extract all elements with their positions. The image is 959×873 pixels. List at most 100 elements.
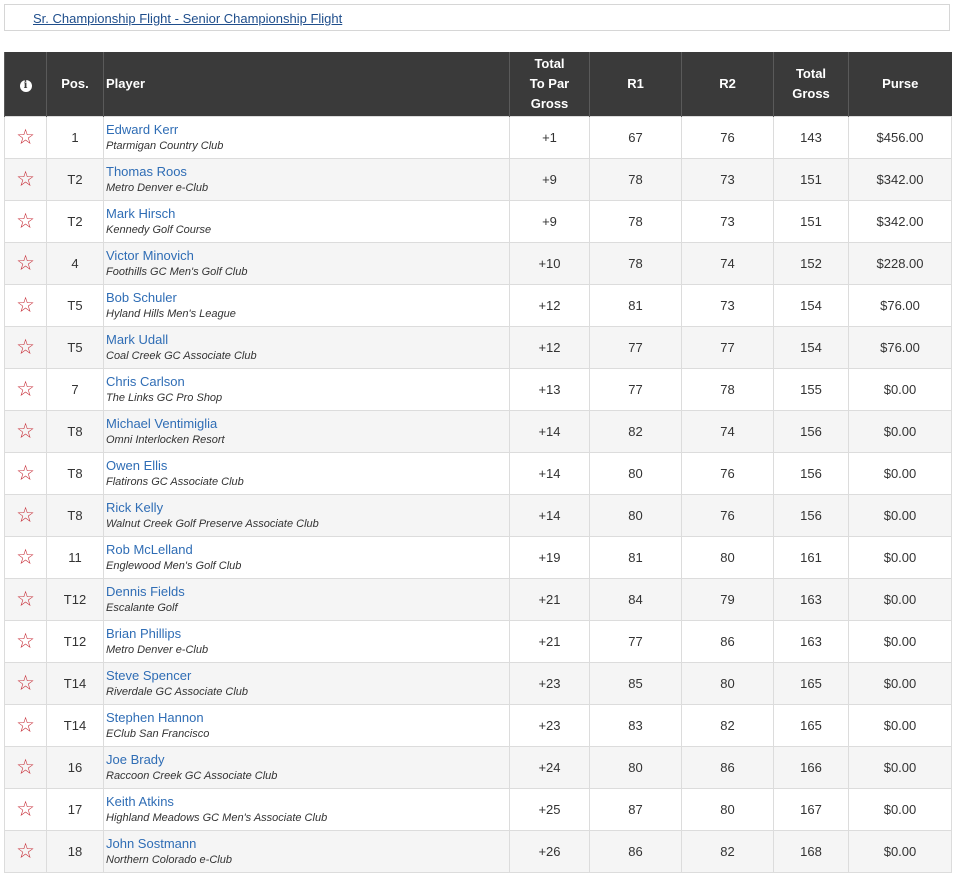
to-par-cell: +13 bbox=[509, 368, 590, 411]
table-row[interactable]: ☆ 16 Joe Brady Raccoon Creek GC Associate C… bbox=[4, 746, 952, 789]
favorite-cell[interactable]: ☆ bbox=[4, 200, 47, 243]
star-outline-icon[interactable]: ☆ bbox=[16, 840, 35, 863]
star-outline-icon[interactable]: ☆ bbox=[16, 168, 35, 191]
favorite-cell[interactable]: ☆ bbox=[4, 662, 47, 705]
star-outline-icon[interactable]: ☆ bbox=[16, 714, 35, 737]
favorite-cell[interactable]: ☆ bbox=[4, 242, 47, 285]
purse-header[interactable]: Purse bbox=[848, 52, 952, 117]
player-name-link[interactable]: Bob Schuler bbox=[106, 290, 509, 306]
star-outline-icon[interactable]: ☆ bbox=[16, 336, 35, 359]
table-row[interactable]: ☆ 11 Rob McLelland Englewood Men's Golf Clu… bbox=[4, 536, 952, 579]
favorite-cell[interactable]: ☆ bbox=[4, 452, 47, 495]
r1-cell: 83 bbox=[589, 704, 682, 747]
table-row[interactable]: ☆ 18 John Sostmann Northern Colorado e-Club… bbox=[4, 830, 952, 873]
player-club: Coal Creek GC Associate Club bbox=[106, 349, 257, 362]
player-cell: Joe Brady Raccoon Creek GC Associate Club bbox=[103, 746, 510, 789]
r2-cell: 80 bbox=[681, 662, 774, 705]
info-icon[interactable]: i bbox=[19, 80, 32, 92]
star-outline-icon[interactable]: ☆ bbox=[16, 672, 35, 695]
table-row[interactable]: ☆ T8 Rick Kelly Walnut Creek Golf Preserve … bbox=[4, 494, 952, 537]
player-name-link[interactable]: Joe Brady bbox=[106, 752, 509, 768]
player-name-link[interactable]: Dennis Fields bbox=[106, 584, 509, 600]
favorite-cell[interactable]: ☆ bbox=[4, 830, 47, 873]
favorite-cell[interactable]: ☆ bbox=[4, 116, 47, 159]
star-outline-icon[interactable]: ☆ bbox=[16, 462, 35, 485]
player-name-link[interactable]: Thomas Roos bbox=[106, 164, 509, 180]
favorite-cell[interactable]: ☆ bbox=[4, 158, 47, 201]
to-par-cell: +14 bbox=[509, 494, 590, 537]
favorite-cell[interactable]: ☆ bbox=[4, 284, 47, 327]
player-name-link[interactable]: Mark Udall bbox=[106, 332, 509, 348]
player-name-link[interactable]: Mark Hirsch bbox=[106, 206, 509, 222]
player-name-link[interactable]: Victor Minovich bbox=[106, 248, 509, 264]
player-name-link[interactable]: Rob McLelland bbox=[106, 542, 509, 558]
table-row[interactable]: ☆ 7 Chris Carlson The Links GC Pro Shop +13 7… bbox=[4, 368, 952, 411]
r1-cell: 77 bbox=[589, 620, 682, 663]
favorite-cell[interactable]: ☆ bbox=[4, 746, 47, 789]
favorite-cell[interactable]: ☆ bbox=[4, 578, 47, 621]
total-gross-header[interactable]: Total Gross bbox=[773, 52, 849, 117]
player-club: Metro Denver e-Club bbox=[106, 643, 209, 656]
player-name-link[interactable]: Michael Ventimiglia bbox=[106, 416, 509, 432]
player-name-link[interactable]: Chris Carlson bbox=[106, 374, 509, 390]
star-outline-icon[interactable]: ☆ bbox=[16, 588, 35, 611]
favorite-cell[interactable]: ☆ bbox=[4, 410, 47, 453]
star-outline-icon[interactable]: ☆ bbox=[16, 546, 35, 569]
purse-cell: $0.00 bbox=[848, 788, 952, 831]
table-row[interactable]: ☆ T2 Mark Hirsch Kennedy Golf Course +9 78 73 1… bbox=[4, 200, 952, 243]
player-name-link[interactable]: Brian Phillips bbox=[106, 626, 509, 642]
favorite-cell[interactable]: ☆ bbox=[4, 368, 47, 411]
table-row[interactable]: ☆ T8 Owen Ellis Flatirons GC Associate Club… bbox=[4, 452, 952, 495]
table-row[interactable]: ☆ 17 Keith Atkins Highland Meadows GC Men's… bbox=[4, 788, 952, 831]
table-row[interactable]: ☆ T12 Brian Phillips Metro Denver e-Club +21… bbox=[4, 620, 952, 663]
r2-cell: 76 bbox=[681, 452, 774, 495]
star-outline-icon[interactable]: ☆ bbox=[16, 756, 35, 779]
table-row[interactable]: ☆ T5 Bob Schuler Hyland Hills Men's League +… bbox=[4, 284, 952, 327]
favorite-cell[interactable]: ☆ bbox=[4, 326, 47, 369]
star-outline-icon[interactable]: ☆ bbox=[16, 378, 35, 401]
star-outline-icon[interactable]: ☆ bbox=[16, 252, 35, 275]
player-name-link[interactable]: John Sostmann bbox=[106, 836, 509, 852]
favorite-cell[interactable]: ☆ bbox=[4, 494, 47, 537]
info-column-header[interactable]: i bbox=[4, 52, 47, 117]
favorite-cell[interactable]: ☆ bbox=[4, 788, 47, 831]
table-row[interactable]: ☆ 4 Victor Minovich Foothills GC Men's Golf… bbox=[4, 242, 952, 285]
favorite-cell[interactable]: ☆ bbox=[4, 536, 47, 579]
purse-cell: $0.00 bbox=[848, 704, 952, 747]
player-club: Hyland Hills Men's League bbox=[106, 307, 236, 320]
purse-cell: $0.00 bbox=[848, 620, 952, 663]
table-row[interactable]: ☆ T8 Michael Ventimiglia Omni Interlocken R… bbox=[4, 410, 952, 453]
player-cell: Keith Atkins Highland Meadows GC Men's As… bbox=[103, 788, 510, 831]
r2-header[interactable]: R2 bbox=[681, 52, 774, 117]
total-gross-cell: 166 bbox=[773, 746, 849, 789]
purse-cell: $76.00 bbox=[848, 284, 952, 327]
table-row[interactable]: ☆ T12 Dennis Fields Escalante Golf +21 84 79 16… bbox=[4, 578, 952, 621]
player-name-link[interactable]: Keith Atkins bbox=[106, 794, 509, 810]
player-name-link[interactable]: Steve Spencer bbox=[106, 668, 509, 684]
player-header[interactable]: Player bbox=[103, 52, 510, 117]
table-row[interactable]: ☆ T14 Steve Spencer Riverdale GC Associate … bbox=[4, 662, 952, 705]
table-row[interactable]: ☆ T2 Thomas Roos Metro Denver e-Club +9 78 73 1… bbox=[4, 158, 952, 201]
star-outline-icon[interactable]: ☆ bbox=[16, 630, 35, 653]
favorite-cell[interactable]: ☆ bbox=[4, 704, 47, 747]
player-name-link[interactable]: Owen Ellis bbox=[106, 458, 509, 474]
star-outline-icon[interactable]: ☆ bbox=[16, 420, 35, 443]
player-name-link[interactable]: Edward Kerr bbox=[106, 122, 509, 138]
total-to-par-header[interactable]: Total To Par Gross bbox=[509, 52, 590, 117]
table-row[interactable]: ☆ T14 Stephen Hannon EClub San Francisco +23… bbox=[4, 704, 952, 747]
player-name-link[interactable]: Stephen Hannon bbox=[106, 710, 509, 726]
flight-link[interactable]: Sr. Championship Flight - Senior Champio… bbox=[33, 11, 342, 26]
favorite-cell[interactable]: ☆ bbox=[4, 620, 47, 663]
table-row[interactable]: ☆ T5 Mark Udall Coal Creek GC Associate Clu… bbox=[4, 326, 952, 369]
star-outline-icon[interactable]: ☆ bbox=[16, 798, 35, 821]
star-outline-icon[interactable]: ☆ bbox=[16, 294, 35, 317]
player-name-link[interactable]: Rick Kelly bbox=[106, 500, 509, 516]
pos-header[interactable]: Pos. bbox=[46, 52, 104, 117]
star-outline-icon[interactable]: ☆ bbox=[16, 210, 35, 233]
total-gross-cell: 151 bbox=[773, 158, 849, 201]
table-row[interactable]: ☆ 1 Edward Kerr Ptarmigan Country Club +1 67 7… bbox=[4, 116, 952, 159]
total-gross-cell: 165 bbox=[773, 662, 849, 705]
star-outline-icon[interactable]: ☆ bbox=[16, 126, 35, 149]
star-outline-icon[interactable]: ☆ bbox=[16, 504, 35, 527]
r1-header[interactable]: R1 bbox=[589, 52, 682, 117]
